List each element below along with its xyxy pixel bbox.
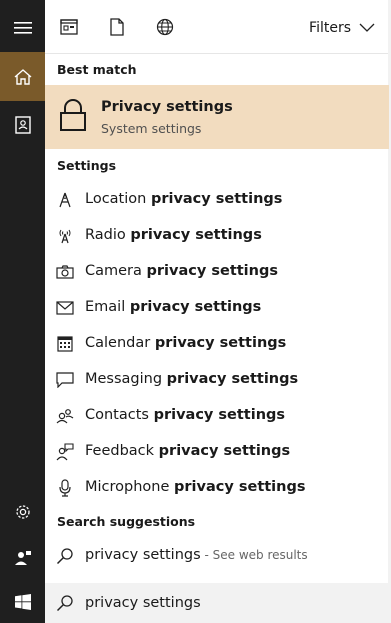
settings-item-radio[interactable]: Radio privacy settings [45, 218, 389, 254]
settings-item-messaging[interactable]: Messaging privacy settings [45, 362, 389, 398]
location-icon [56, 191, 74, 209]
feedback-icon [56, 443, 74, 461]
notebook-button[interactable] [0, 101, 45, 149]
gear-icon [15, 505, 30, 519]
search-suggestions-header: Search suggestions [57, 514, 196, 529]
suggestion-label: privacy settings - See web results [85, 547, 308, 563]
settings-header: Settings [57, 158, 117, 173]
feedback-button[interactable] [0, 534, 45, 582]
feedback-icon [14, 551, 31, 565]
message-icon [56, 371, 74, 389]
settings-item-label: Camera privacy settings [85, 263, 278, 279]
hamburger-menu-button[interactable] [0, 4, 45, 52]
web-filter-button[interactable] [154, 16, 176, 38]
best-match-title: Privacy settings [101, 99, 233, 115]
settings-item-label: Radio privacy settings [85, 227, 262, 243]
calendar-icon [56, 335, 74, 353]
best-match-subtitle: System settings [101, 121, 202, 136]
settings-item-label: Microphone privacy settings [85, 479, 306, 495]
web-results-hint: - See web results [200, 548, 308, 562]
email-icon [56, 299, 74, 317]
settings-item-label: Calendar privacy settings [85, 335, 287, 351]
best-match-result[interactable]: Privacy settings System settings [45, 85, 389, 149]
settings-item-camera[interactable]: Camera privacy settings [45, 254, 389, 290]
start-button[interactable] [0, 581, 45, 623]
settings-item-label: Email privacy settings [85, 299, 262, 315]
windows-icon [14, 594, 31, 610]
home-icon [14, 68, 31, 85]
home-button[interactable] [0, 52, 45, 101]
microphone-icon [56, 479, 74, 497]
settings-item-label: Location privacy settings [85, 191, 283, 207]
settings-item-contacts[interactable]: Contacts privacy settings [45, 398, 389, 434]
camera-icon [56, 263, 74, 281]
notebook-icon [14, 116, 31, 134]
settings-item-location[interactable]: Location privacy settings [45, 182, 389, 218]
settings-item-feedback[interactable]: Feedback privacy settings [45, 434, 389, 470]
best-match-header: Best match [57, 62, 137, 77]
globe-icon [156, 18, 174, 36]
apps-filter-button[interactable] [58, 16, 80, 38]
settings-button[interactable] [0, 488, 45, 536]
settings-item-label: Contacts privacy settings [85, 407, 286, 423]
settings-item-label: Messaging privacy settings [85, 371, 299, 387]
document-icon [110, 18, 124, 36]
search-input[interactable] [85, 592, 365, 614]
documents-filter-button[interactable] [106, 16, 128, 38]
web-suggestion[interactable]: privacy settings - See web results [45, 538, 389, 574]
search-icon [56, 594, 74, 612]
contacts-icon [56, 407, 74, 425]
settings-item-email[interactable]: Email privacy settings [45, 290, 389, 326]
apps-icon [60, 19, 78, 35]
lock-icon [60, 99, 86, 131]
settings-item-label: Feedback privacy settings [85, 443, 291, 459]
hamburger-icon [13, 22, 32, 34]
chevron-down-icon [359, 23, 375, 32]
filters-label: Filters [309, 20, 351, 36]
settings-item-calendar[interactable]: Calendar privacy settings [45, 326, 389, 362]
settings-item-microphone[interactable]: Microphone privacy settings [45, 470, 389, 506]
left-rail [0, 0, 45, 623]
filters-dropdown[interactable]: Filters [309, 17, 375, 39]
filter-toolbar: Filters [45, 0, 389, 54]
search-box [45, 583, 389, 623]
search-icon [56, 547, 74, 565]
radio-icon [56, 227, 74, 245]
